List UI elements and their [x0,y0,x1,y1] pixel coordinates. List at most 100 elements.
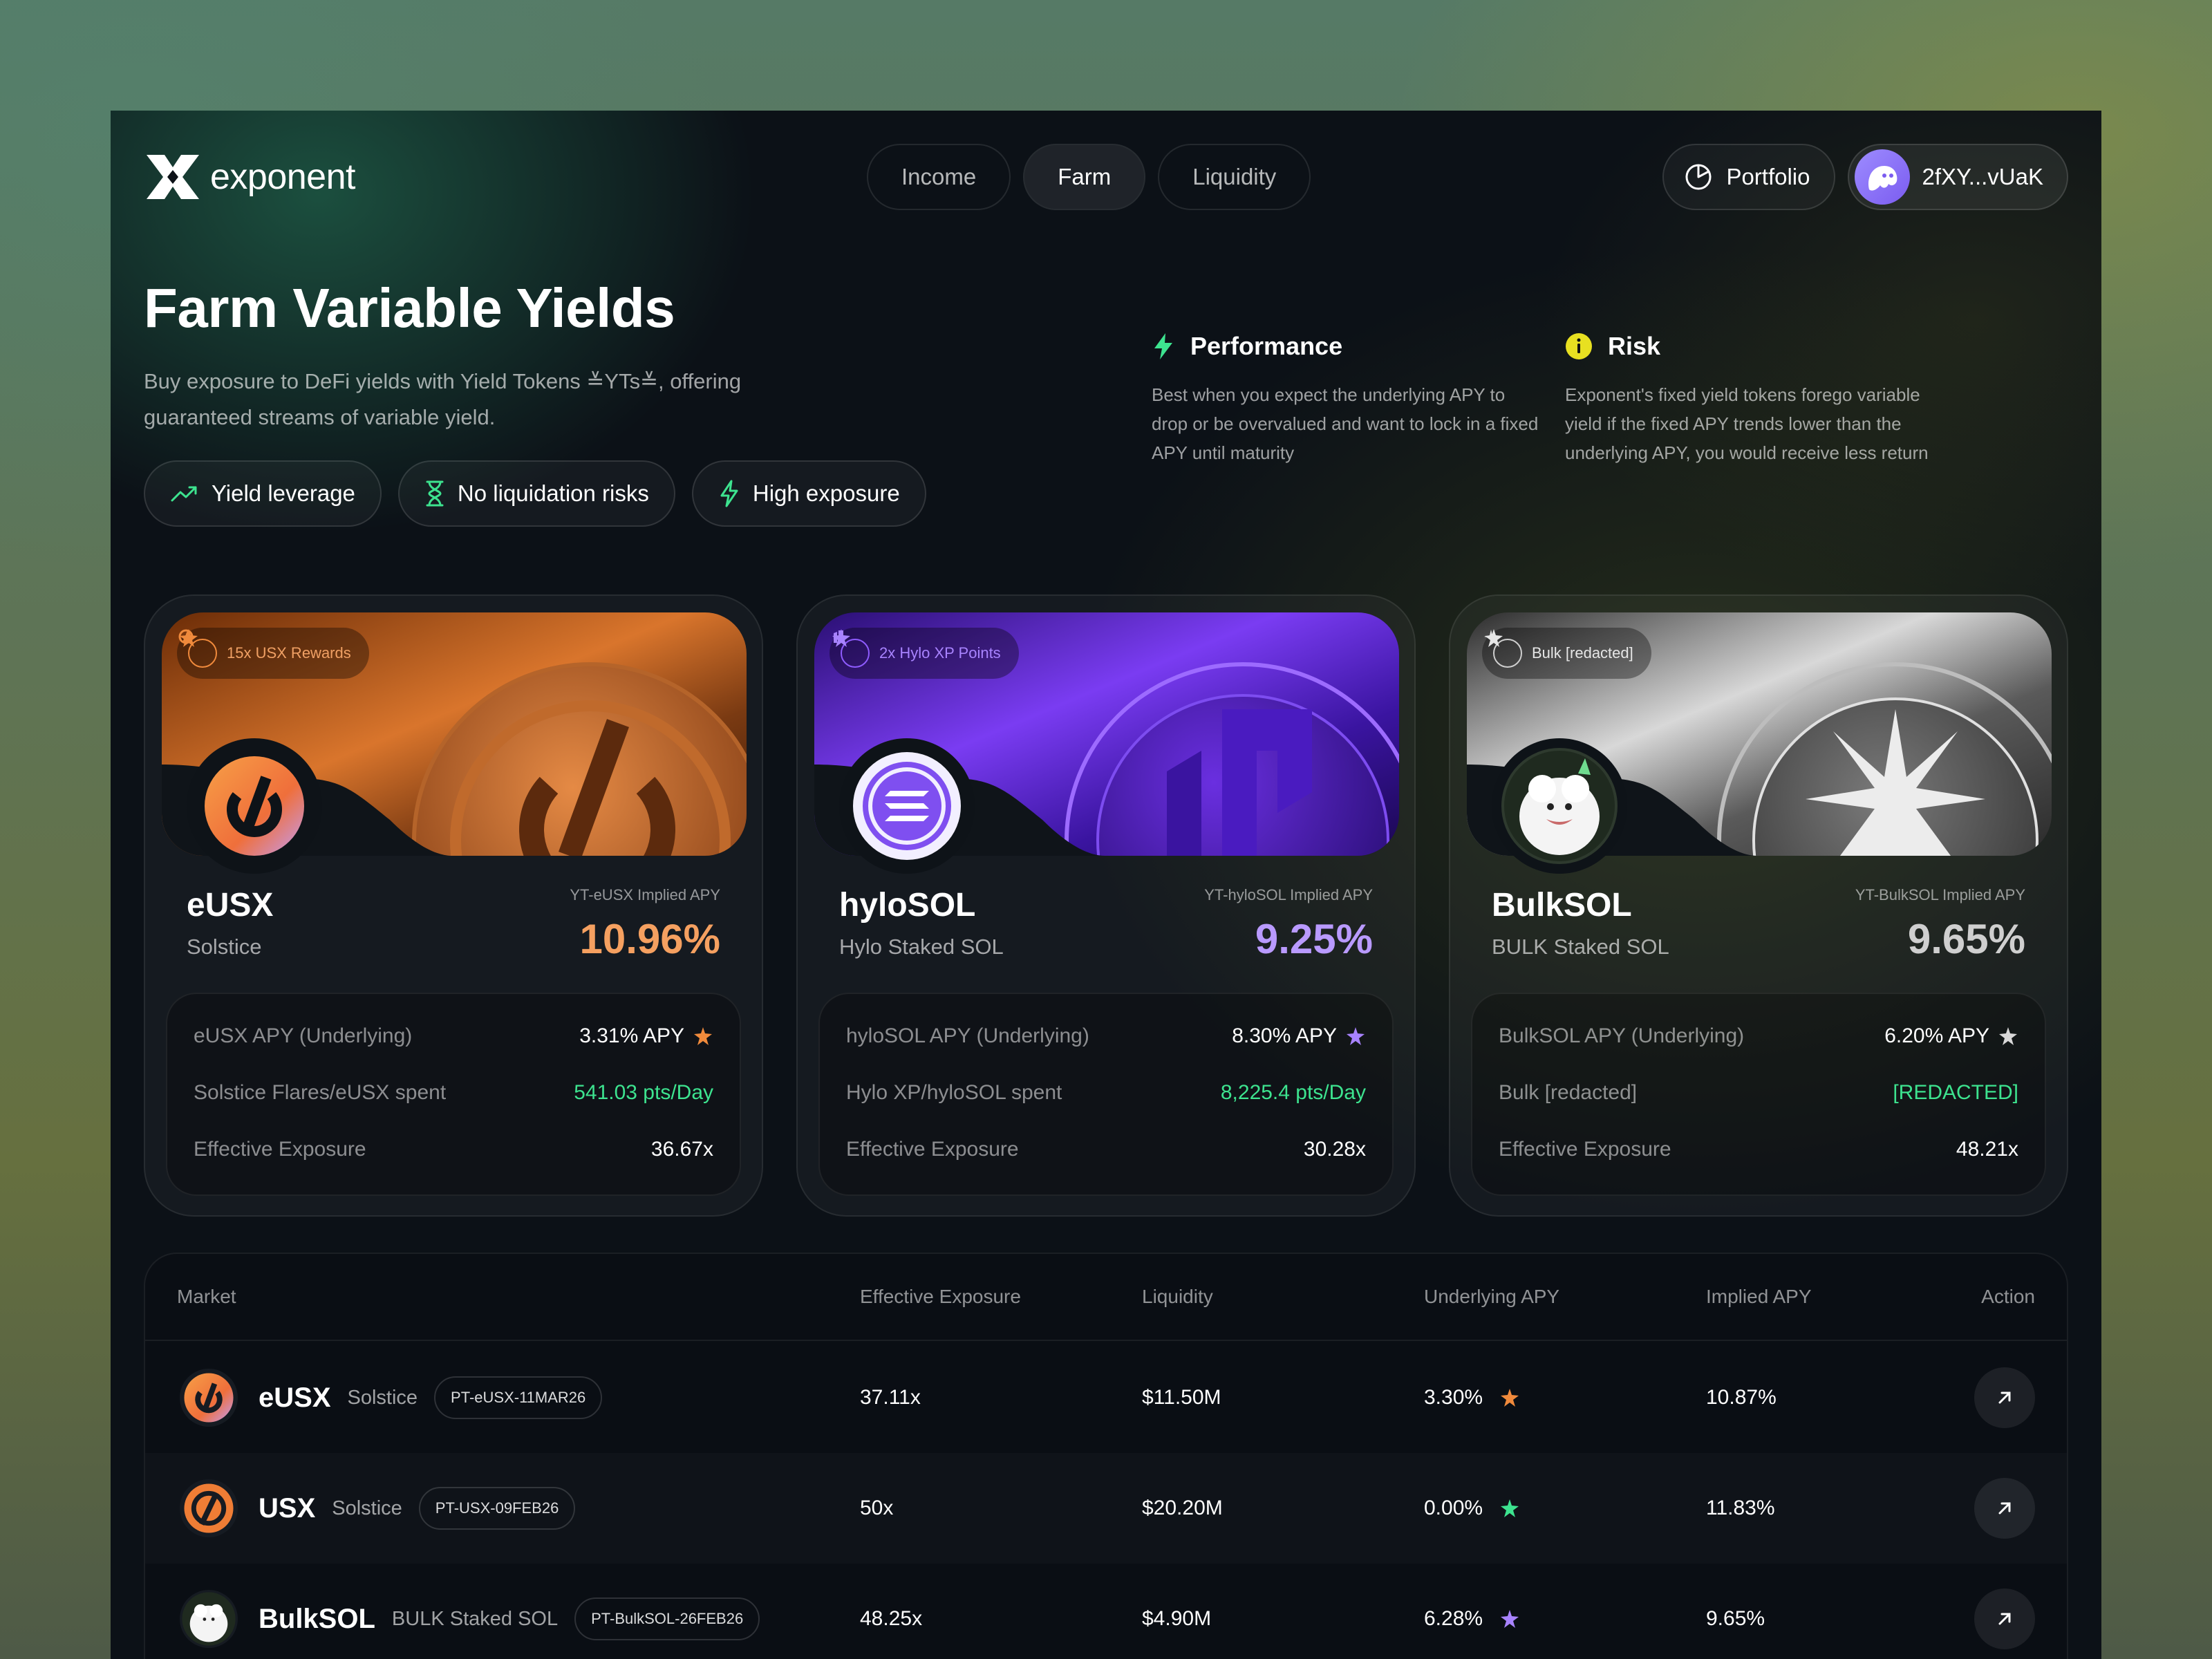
underlying-cell: 0.00% [1424,1497,1483,1519]
market-name: USX [259,1492,316,1524]
card-stats: BulkSOL APY (Underlying) 6.20% APY Bulk … [1471,993,2046,1196]
table-row[interactable]: USX Solstice PT-USX-09FEB26 50x $20.20M … [145,1453,2067,1564]
liquidity-cell: $20.20M [1142,1497,1223,1519]
table-row[interactable]: BulkSOL BULK Staked SOL PT-BulkSOL-26FEB… [145,1564,2067,1659]
stat-value: 541.03 pts/Day [574,1081,713,1104]
stat-label: Effective Exposure [194,1138,366,1161]
open-market-button[interactable] [1974,1478,2035,1539]
token-logo-bulksol [180,1590,238,1648]
markets-table: Market Effective Exposure Liquidity Unde… [144,1253,2068,1659]
stat-row: eUSX APY (Underlying) 3.31% APY [194,1008,713,1065]
card-stats: hyloSOL APY (Underlying) 8.30% APY Hylo … [818,993,1394,1196]
exposure-cell: 48.25x [860,1607,923,1630]
trend-up-icon [171,486,197,502]
implied-cell: 10.87% [1706,1386,1777,1409]
rewards-badge: 2x Hylo XP Points [830,628,1019,679]
eusx-logo-icon [205,756,304,856]
sparkle-icon [180,629,198,647]
liquidity-cell: $11.50M [1142,1386,1221,1409]
implied-apy-value: 9.65% [1907,916,2025,962]
stat-row: Effective Exposure 30.28x [846,1121,1366,1178]
stat-label: eUSX APY (Underlying) [194,1024,413,1047]
stat-label: BulkSOL APY (Underlying) [1499,1024,1745,1047]
pt-tag: PT-USX-09FEB26 [418,1487,576,1530]
col-action: Action [1981,1286,2035,1307]
col-implied: Implied APY [1706,1286,1812,1307]
stat-value: 48.21x [1956,1138,2018,1161]
exposure-cell: 50x [860,1497,894,1519]
rewards-badge: Bulk [redacted] [1482,628,1651,679]
token-logo-bulksol [1492,738,1627,874]
eusx-logo-icon [184,1373,234,1423]
table-row[interactable]: eUSX Solstice PT-eUSX-11MAR26 37.11x $11… [145,1342,2067,1453]
usx-logo-icon [184,1483,234,1533]
sparkle-icon [1501,1389,1519,1407]
stat-value: 3.31% APY [579,1024,684,1047]
underlying-cell: 3.30% [1424,1386,1483,1409]
performance-info: Performance Best when you expect the und… [1152,332,1539,467]
portfolio-button[interactable]: Portfolio [1662,144,1835,210]
card-protocol: Solstice [187,935,262,959]
arrow-up-right-icon [1998,1613,2011,1625]
stat-label: Bulk [redacted] [1499,1081,1638,1104]
card-protocol: BULK Staked SOL [1492,935,1669,959]
stat-value: 8,225.4 pts/Day [1220,1081,1366,1104]
sparkle-icon [1999,1027,2017,1045]
badge-label: 2x Hylo XP Points [879,644,1001,662]
implied-cell: 9.65% [1706,1607,1765,1630]
rewards-badge: 15x USX Rewards [177,628,369,679]
col-exposure: Effective Exposure [860,1286,1021,1307]
page-subtitle: Buy exposure to DeFi yields with Yield T… [144,369,742,429]
stat-value: 6.20% APY [1884,1024,1989,1047]
hourglass-icon [426,480,444,507]
pie-chart-icon [1685,164,1712,190]
bulk-mascot-icon [1501,748,1618,864]
card-token-name: BulkSOL [1492,887,1632,924]
feature-chips: Yield leverage No liquidation risks High… [144,460,926,527]
exponent-logo-icon [147,155,199,199]
chip-high-exposure: High exposure [691,460,926,527]
brand-name: exponent [210,157,355,197]
market-card-hylosol[interactable]: 2x Hylo XP Points hyloSOL Hylo Staked SO… [796,594,1416,1217]
open-market-button[interactable] [1974,1588,2035,1649]
tab-liquidity[interactable]: Liquidity [1158,144,1311,210]
market-protocol: Solstice [332,1497,402,1519]
stat-value: [REDACTED] [1893,1081,2018,1104]
implied-apy-label: YT-BulkSOL Implied APY [1855,886,2025,903]
stat-label: Hylo XP/hyloSOL spent [846,1081,1062,1104]
stat-row: Effective Exposure 48.21x [1499,1121,2018,1178]
implied-apy-value: 9.25% [1255,916,1373,962]
implied-apy-label: YT-eUSX Implied APY [570,886,720,903]
badge-label: 15x USX Rewards [227,644,351,662]
wallet-address: 2fXY...vUaK [1922,164,2044,189]
stat-value: 30.28x [1303,1138,1366,1161]
chip-label: No liquidation risks [457,480,649,506]
stat-value: 36.67x [650,1138,713,1161]
tab-income[interactable]: Income [867,144,1011,210]
table-header: Market Effective Exposure Liquidity Unde… [145,1254,2067,1341]
arrow-up-right-icon [1998,1391,2011,1404]
lightning-bolt-icon [1154,333,1172,359]
open-market-button[interactable] [1974,1367,2035,1428]
risk-title: Risk [1608,332,1661,360]
stat-row: hyloSOL APY (Underlying) 8.30% APY [846,1008,1366,1065]
logo[interactable]: exponent [144,152,355,202]
lightning-icon [720,480,738,507]
wallet-avatar [1854,149,1910,205]
badge-label: Bulk [redacted] [1532,644,1633,662]
stat-label: Effective Exposure [846,1138,1019,1161]
sparkle-icon [1501,1499,1519,1517]
market-card-eusx[interactable]: 15x USX Rewards eUSX Solstice YT-eUSX Im… [144,594,763,1217]
info-warning-icon [1566,333,1592,359]
wallet-button[interactable]: 2fXY...vUaK [1847,144,2068,210]
app-window: exponent Income Farm Liquidity Portfolio… [111,111,2101,1659]
chip-no-liquidation: No liquidation risks [397,460,675,527]
stat-row: Effective Exposure 36.67x [194,1121,713,1178]
market-card-bulksol[interactable]: Bulk [redacted] BulkSOL BULK Staked SOL … [1449,594,2068,1217]
token-logo-hylosol [839,738,975,874]
stat-row: BulkSOL APY (Underlying) 6.20% APY [1499,1008,2018,1065]
risk-body: Exponent's fixed yield tokens forego var… [1565,384,1929,463]
chip-label: High exposure [752,480,900,506]
tab-farm[interactable]: Farm [1023,144,1146,210]
stat-row: Bulk [redacted] [REDACTED] [1499,1065,2018,1121]
